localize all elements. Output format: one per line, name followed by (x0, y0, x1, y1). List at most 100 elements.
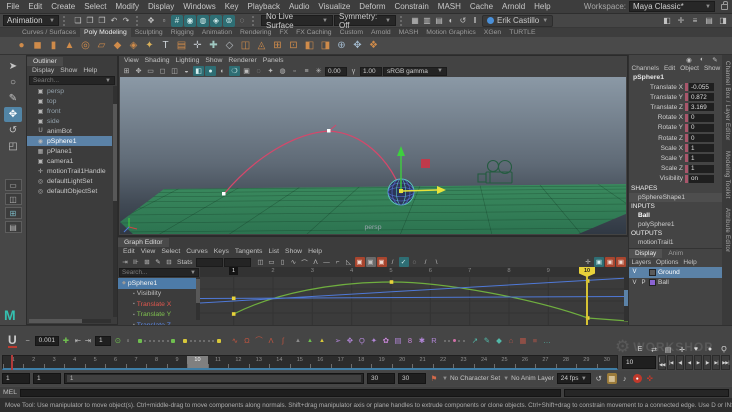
trail-key[interactable] (327, 129, 331, 133)
prev-key-icon[interactable]: ⇤ (73, 335, 83, 346)
move-tool-icon[interactable]: ✥ (4, 106, 22, 122)
more-icon[interactable]: … (542, 335, 552, 346)
graph-menu-item[interactable]: Help (305, 248, 325, 255)
symmetry-dropdown[interactable]: Symmetry: Off ▼ (334, 12, 396, 30)
render-settings-icon[interactable]: ◐ (445, 15, 457, 27)
pause-viewport-icon[interactable]: ‖ (469, 15, 481, 27)
channel-box-toggle-icon[interactable]: ▤ (703, 15, 715, 27)
output-node[interactable]: motionTrail1 (629, 238, 722, 247)
target-weld-icon[interactable]: ✚ (206, 38, 221, 53)
graph-menu-item[interactable]: Select (158, 248, 183, 255)
plateau-tangents-icon[interactable]: ◺ (344, 257, 354, 267)
outliner-tab[interactable]: Outliner (27, 57, 63, 66)
animbot-eight-icon[interactable]: 8 (405, 335, 415, 346)
shadows-icon[interactable]: ▣ (241, 66, 252, 76)
go-to-start-button[interactable]: |◀◀ (658, 355, 667, 370)
highlight-selection-icon[interactable]: ▫ (158, 15, 170, 27)
shelf-tab[interactable]: Rigging (167, 28, 198, 37)
frame-cell[interactable]: 24 (473, 356, 494, 368)
poly-plane-icon[interactable]: ▱ (94, 38, 109, 53)
graph-menu-item[interactable]: List (265, 248, 282, 255)
ease-preset-icon[interactable]: ʃ (278, 335, 288, 346)
channel-box-menu-item[interactable]: Object (678, 65, 702, 72)
graph-search-input[interactable]: Search... ▼ (119, 268, 199, 277)
home-icon[interactable]: ⌂ (506, 335, 516, 346)
frame-cell[interactable]: 30 (596, 356, 617, 368)
channel-value-field[interactable]: 3.169 (689, 103, 714, 112)
snap-to-grid-icon[interactable]: # (171, 14, 183, 27)
menu-item[interactable]: Key (220, 2, 243, 11)
frame-cell[interactable]: 2 (23, 356, 43, 368)
tween-slider[interactable] (137, 338, 176, 343)
layer-row[interactable]: V P Ball (629, 278, 722, 289)
grid-red-icon[interactable]: ▦ (518, 335, 528, 346)
channel-row[interactable]: Rotate X 0 (629, 113, 722, 123)
layer-row[interactable]: V Ground (629, 267, 722, 278)
viewport-menu-item[interactable]: Shading (142, 57, 173, 64)
shelf-tab[interactable]: Arnold (367, 28, 395, 37)
add-keys-icon[interactable]: ⊞ (142, 257, 152, 267)
menu-item[interactable]: Help (530, 2, 555, 11)
frame-cell[interactable]: 23 (453, 356, 473, 368)
outliner-item[interactable]: ▣ camera1 (27, 156, 112, 166)
free-tangent-weight-icon[interactable]: / (388, 257, 398, 267)
menu-item[interactable]: Deform (355, 2, 390, 11)
menu-item[interactable]: Create (47, 2, 80, 11)
graph-curve-area[interactable]: 123456789 1 10 (200, 267, 628, 325)
render-current-frame-icon[interactable]: ▥ (421, 15, 433, 27)
layer-playback-toggle[interactable]: P (640, 280, 647, 286)
channel-value-field[interactable]: -0.055 (689, 83, 714, 92)
command-language-toggle[interactable]: MEL (3, 389, 17, 396)
select-camera-icon[interactable]: ⊞ (121, 66, 132, 76)
animation-end-field[interactable]: 30 (398, 373, 426, 384)
poly-torus-icon[interactable]: ◎ (78, 38, 93, 53)
outliner-item[interactable]: ◉ pSphere1 (27, 136, 112, 146)
poly-svg-icon[interactable]: ▤ (174, 38, 189, 53)
character-set-dropdown[interactable]: ▼ No Character Set (442, 375, 500, 382)
shelf-tab[interactable]: Motion Graphics (422, 28, 480, 37)
frame-all-icon[interactable]: ◫ (256, 257, 266, 267)
animbot-logo[interactable]: U (8, 334, 17, 348)
frame-cell[interactable]: 19 (371, 356, 391, 368)
layer-menu-item[interactable]: Options (654, 259, 681, 266)
time-snap-icon[interactable]: ◌ (410, 257, 420, 267)
clamped-tangents-icon[interactable]: ⌒ (300, 257, 310, 267)
colorspace-dropdown[interactable]: sRGB gamma ▼ (383, 66, 447, 76)
menu-item[interactable]: MASH (433, 2, 465, 11)
workspace-lock-icon[interactable] (721, 0, 728, 10)
frame-cell[interactable]: 13 (248, 356, 269, 368)
auto-tangents-icon[interactable]: ✓ (398, 257, 409, 267)
hyperbuilder-icon[interactable]: ✎ (710, 55, 720, 65)
range-slider-handle[interactable]: 1 (67, 375, 361, 382)
linear-preset-icon[interactable]: Λ (266, 335, 276, 346)
animbot-record-icon[interactable]: ● (705, 344, 715, 355)
animbot-move-icon[interactable]: ✥ (345, 335, 355, 346)
anim-layer-dropdown[interactable]: ▼ No Anim Layer (503, 375, 554, 382)
animbot-favorites-icon[interactable]: ♥ (691, 344, 701, 355)
workspace-dropdown[interactable]: Maya Classic* ▼ (629, 1, 715, 12)
select-region-icon[interactable]: ▫ (123, 335, 133, 346)
outliner-item[interactable]: ▣ top (27, 96, 112, 106)
start-frame-flag[interactable]: 1 (229, 267, 238, 275)
stats-time-field[interactable] (195, 257, 223, 267)
shelf-tab[interactable]: TURTLE (505, 28, 539, 37)
graph-channel-row[interactable]: ▪ Visibility (118, 289, 200, 300)
animbot-pick-icon[interactable]: ➢ (333, 335, 343, 346)
menu-item[interactable]: File (2, 2, 24, 11)
outliner-item[interactable]: ◎ defaultLightSet (27, 176, 112, 186)
sculpt-tool-icon[interactable]: ✛ (190, 38, 205, 53)
next-key-icon[interactable]: ⇥ (83, 335, 93, 346)
new-scene-icon[interactable]: ❏ (72, 15, 84, 27)
divider[interactable] (252, 15, 257, 26)
shelf-tab[interactable]: Rendering (236, 28, 275, 37)
outliner-vscrollbar[interactable] (113, 86, 117, 317)
animbot-star-icon[interactable]: ✦ (369, 335, 379, 346)
graph-channel-row[interactable]: ▪ Translate X (118, 299, 200, 310)
open-scene-icon[interactable]: ❐ (84, 15, 96, 27)
gamma-field[interactable]: 1.00 (360, 66, 382, 76)
play-forwards-button[interactable]: ▶ (694, 355, 703, 370)
auto-keyframe-toggle[interactable]: ● (632, 374, 642, 383)
layer-editor-tab[interactable]: Display (629, 249, 663, 258)
shelf-tab[interactable]: XGen (480, 28, 505, 37)
animbot-swap-icon[interactable]: ⇄ (649, 344, 659, 355)
